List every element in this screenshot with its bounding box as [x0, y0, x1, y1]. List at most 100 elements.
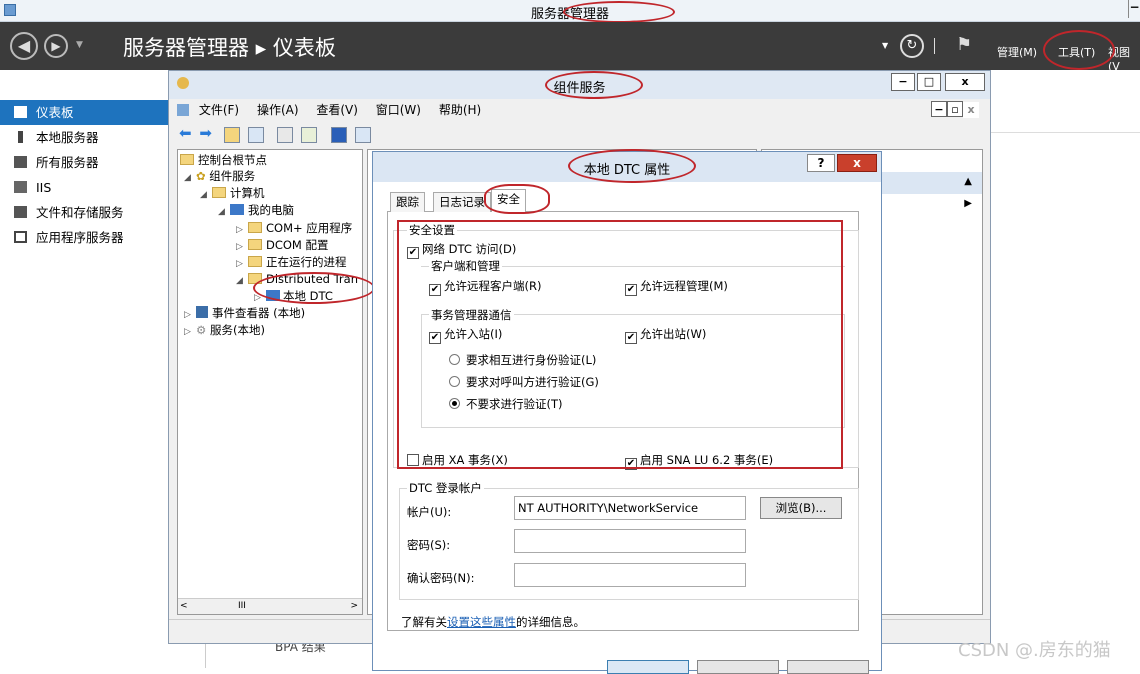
server-manager-header: ◀ ▶ ▼ 服务器管理器 ▸ 仪表板 ▼ ↻ ⚑ 管理(M) 工具(T) 视图(…	[0, 22, 1140, 73]
scroll-right-icon[interactable]: >	[350, 601, 358, 611]
app-server-icon	[14, 231, 27, 243]
folder-icon	[212, 187, 226, 198]
back-button[interactable]: ◀	[10, 32, 38, 60]
tree-local-dtc[interactable]: ▷ 本地 DTC	[254, 288, 333, 304]
window-title: 服务器管理器	[530, 7, 609, 22]
apply-button[interactable]	[787, 660, 869, 674]
event-viewer-icon	[196, 306, 208, 318]
nav-dashboard[interactable]: 仪表板	[0, 100, 172, 125]
account-input[interactable]: NT AUTHORITY\NetworkService	[514, 496, 746, 520]
flag-icon[interactable]: ⚑	[956, 34, 972, 55]
server-icon	[18, 131, 23, 143]
back-arrow-icon[interactable]: ⬅	[179, 124, 192, 142]
cs-toolbar: ⬅ ➡	[179, 124, 375, 143]
tree-services[interactable]: ▷ ⚙ 服务(本地)	[184, 322, 265, 338]
mdi-close-button[interactable]: x	[963, 102, 979, 118]
right-panel	[990, 70, 1140, 644]
help-icon[interactable]	[331, 126, 348, 143]
ok-button[interactable]	[607, 660, 689, 674]
nav-all-servers[interactable]: 所有服务器	[0, 150, 172, 175]
dialog-titlebar: 本地 DTC 属性 ? x	[373, 152, 881, 182]
nav-app-server[interactable]: 应用程序服务器	[0, 225, 172, 250]
up-folder-icon[interactable]	[223, 126, 240, 143]
tree-component-services[interactable]: ◢ ✿ 组件服务	[184, 168, 255, 184]
show-tree-icon[interactable]	[247, 126, 264, 143]
tree-running[interactable]: ▷ 正在运行的进程	[236, 254, 347, 270]
menu-manage[interactable]: 管理(M)	[997, 44, 1037, 60]
confirm-password-input[interactable]	[514, 563, 746, 587]
menu-file[interactable]: 文件(F)	[199, 103, 239, 117]
mdi-restore-button[interactable]: ▫	[947, 101, 963, 117]
bottom-panel-border	[205, 644, 206, 668]
account-label: 帐户(U):	[407, 505, 452, 519]
right-panel-divider	[991, 132, 1140, 133]
iis-icon	[14, 181, 27, 193]
nav-local-server[interactable]: 本地服务器	[0, 125, 172, 150]
properties-icon[interactable]	[277, 126, 294, 143]
menu-window[interactable]: 窗口(W)	[376, 103, 421, 117]
dialog-title: 本地 DTC 属性	[583, 163, 671, 178]
password-input[interactable]	[514, 529, 746, 553]
refresh-icon[interactable]: ↻	[900, 34, 924, 58]
folder-icon	[248, 256, 262, 267]
collapse-icon[interactable]: ▲	[964, 176, 972, 187]
computer-icon	[266, 290, 280, 301]
dashboard-icon	[14, 106, 27, 118]
mdi-minimize-button[interactable]: −	[931, 101, 947, 117]
forward-button[interactable]: ▶	[44, 34, 68, 58]
server-manager-nav: 仪表板 本地服务器 所有服务器 IIS 文件和存储服务 应用程序服务器	[0, 100, 172, 270]
cancel-button[interactable]	[697, 660, 779, 674]
dialog-close-button[interactable]: x	[837, 154, 877, 172]
menu-tools[interactable]: 工具(T)	[1058, 44, 1095, 60]
menu-view[interactable]: 视图(V	[1108, 44, 1140, 73]
component-services-icon: ✿	[196, 169, 210, 183]
browse-button[interactable]: 浏览(B)...	[760, 497, 842, 519]
refresh-dropdown-icon[interactable]: ▼	[882, 41, 888, 50]
tree-root[interactable]: 控制台根节点	[180, 152, 267, 168]
tab-logging[interactable]: 日志记录	[433, 192, 491, 212]
tab-security[interactable]: 安全	[491, 189, 526, 212]
export-icon[interactable]	[301, 126, 318, 143]
cs-title: 组件服务	[553, 81, 606, 96]
menu-action[interactable]: 操作(A)	[257, 103, 299, 117]
folder-icon	[248, 273, 262, 284]
password-label: 密码(S):	[407, 538, 451, 552]
nav-iis[interactable]: IIS	[0, 175, 172, 200]
settings-help-link[interactable]: 设置这些属性	[447, 615, 516, 629]
more-actions-icon[interactable]: ▶	[964, 198, 972, 209]
menu-view[interactable]: 查看(V)	[316, 103, 358, 117]
tree-com-plus[interactable]: ▷ COM+ 应用程序	[236, 220, 352, 236]
tree-dtc[interactable]: ◢ Distributed Tran	[236, 271, 358, 287]
scroll-left-icon[interactable]: <	[180, 601, 188, 611]
services-icon: ⚙	[196, 323, 210, 337]
nav-file-storage[interactable]: 文件和存储服务	[0, 200, 172, 225]
tree-event-viewer[interactable]: ▷ 事件查看器 (本地)	[184, 305, 305, 321]
dialog-help-button[interactable]: ?	[807, 154, 835, 172]
watermark: CSDN @.房东的猫	[958, 640, 1111, 661]
highlight-box	[397, 220, 843, 469]
forward-arrow-icon[interactable]: ➡	[199, 124, 212, 142]
info-text: 了解有关设置这些属性的详细信息。	[401, 615, 585, 629]
history-dropdown-icon[interactable]: ▼	[76, 40, 83, 50]
folder-icon	[248, 239, 262, 250]
servers-icon	[14, 156, 27, 168]
confirm-password-label: 确认密码(N):	[407, 571, 475, 585]
computer-icon	[230, 204, 244, 215]
menu-help[interactable]: 帮助(H)	[439, 103, 481, 117]
cs-close-button[interactable]: x	[945, 73, 985, 91]
tree-dcom[interactable]: ▷ DCOM 配置	[236, 237, 329, 253]
folder-icon	[248, 222, 262, 233]
minimize-button[interactable]: −	[1128, 0, 1140, 18]
folder-icon	[180, 154, 194, 165]
cs-menubar: 文件(F) 操作(A) 查看(V) 窗口(W) 帮助(H)	[177, 101, 495, 118]
logon-account-label: DTC 登录帐户	[407, 480, 484, 496]
tree-hscrollbar[interactable]: < III >	[178, 598, 362, 614]
tree-my-computer[interactable]: ◢ 我的电脑	[218, 202, 294, 218]
tab-tracing[interactable]: 跟踪	[390, 192, 425, 212]
cs-maximize-button[interactable]: □	[917, 73, 941, 91]
scroll-thumb[interactable]: III	[238, 601, 246, 611]
separator	[934, 38, 935, 54]
tree-computers[interactable]: ◢ 计算机	[200, 185, 265, 201]
mmc-icon[interactable]	[354, 126, 371, 143]
cs-minimize-button[interactable]: −	[891, 73, 915, 91]
